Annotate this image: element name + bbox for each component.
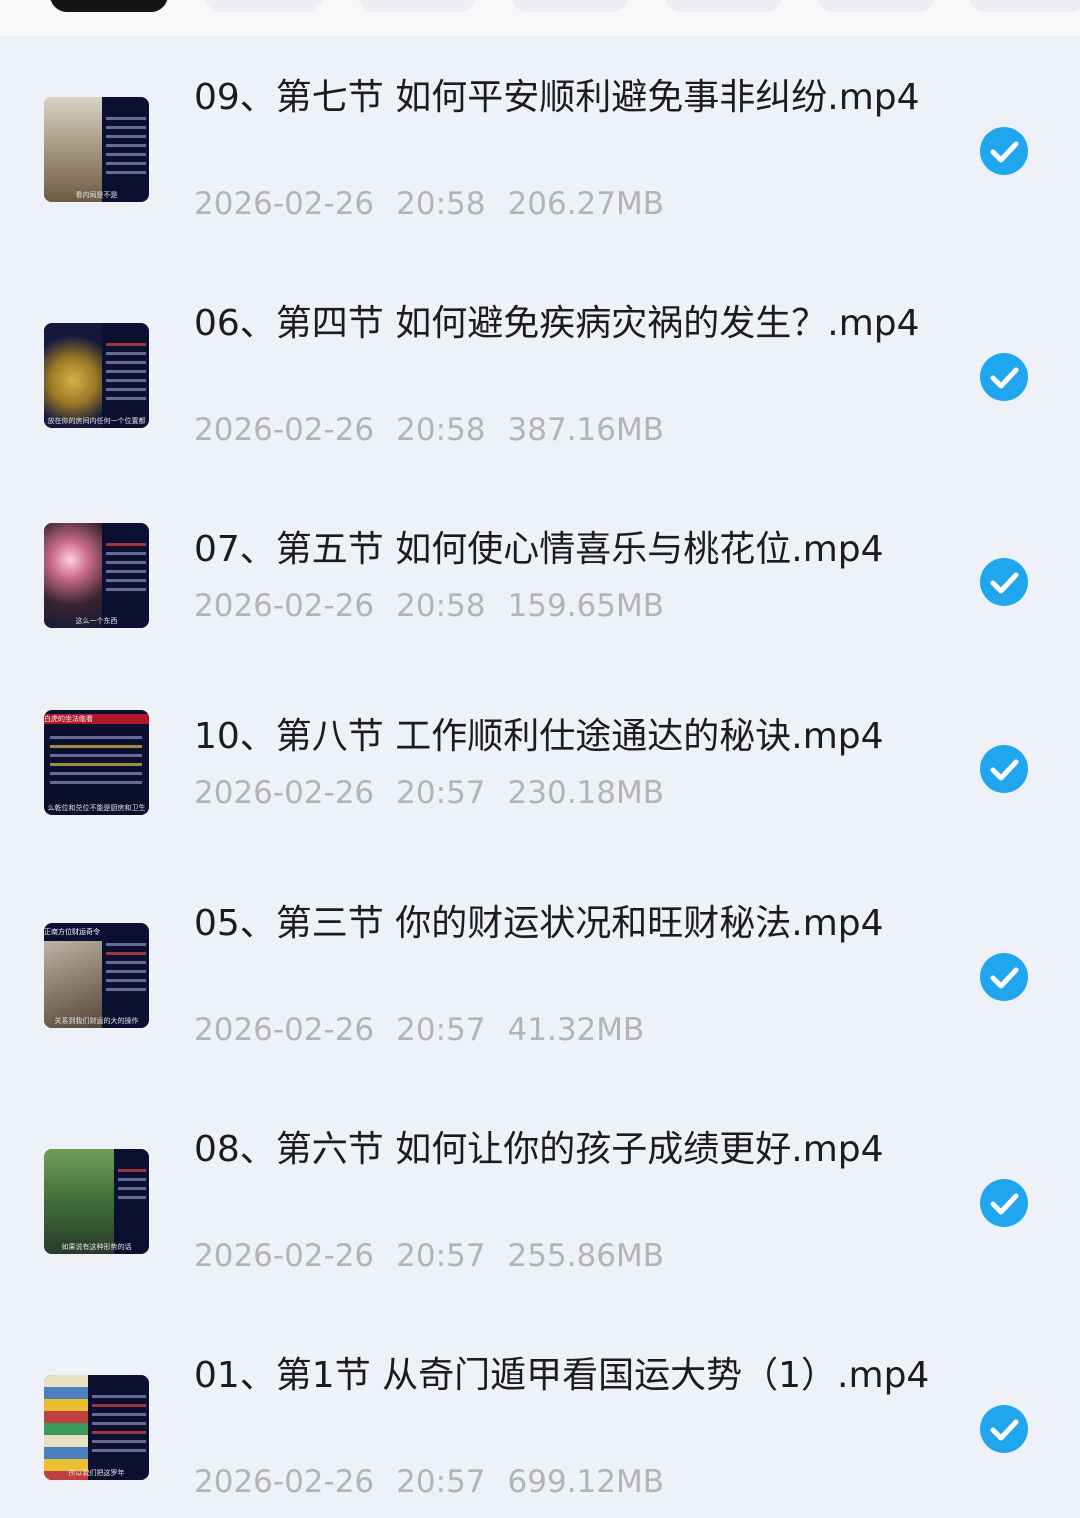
checked-checkbox-icon[interactable] [980, 953, 1028, 1001]
file-meta: 2026-02-26 20:58 387.16MB [194, 412, 686, 448]
file-size: 230.18MB [507, 775, 664, 811]
thumbnail-caption: 么乾位和兑位不能是厨房和卫生 [47, 804, 146, 812]
checked-checkbox-icon[interactable] [980, 1179, 1028, 1227]
video-thumbnail: 所以我们把这罗年 [44, 1375, 149, 1480]
file-time: 20:58 [396, 588, 486, 624]
file-name: 08、第六节 如何让你的孩子成绩更好.mp4 [194, 1129, 884, 1170]
file-row[interactable]: 白虎的坐法临看 么乾位和兑位不能是厨房和卫生 10、第八节 工作顺利仕途通达的秘… [0, 675, 1080, 862]
file-meta: 2026-02-26 20:58 159.65MB [194, 588, 686, 624]
video-thumbnail: 正南方位财运奇令 关系到我们财运的大的操作 [44, 923, 149, 1028]
file-size: 206.27MB [507, 186, 664, 222]
checked-checkbox-icon[interactable] [980, 1405, 1028, 1453]
thumbnail-top-caption: 正南方位财运奇令 [44, 928, 100, 936]
file-time: 20:58 [396, 412, 486, 448]
file-list: 看内局是不是 09、第七节 如何平安顺利避免事非纠纷.mp4 2026-02-2… [0, 36, 1080, 1518]
category-tab[interactable] [664, 0, 782, 12]
file-size: 699.12MB [507, 1464, 664, 1500]
file-name: 09、第七节 如何平安顺利避免事非纠纷.mp4 [194, 77, 920, 118]
file-name: 05、第三节 你的财运状况和旺财秘法.mp4 [194, 903, 884, 944]
file-row[interactable]: 如果说有这种形势的话 08、第六节 如何让你的孩子成绩更好.mp4 2026-0… [0, 1088, 1080, 1314]
file-meta: 2026-02-26 20:57 699.12MB [194, 1464, 686, 1500]
file-date: 2026-02-26 [194, 1464, 375, 1500]
file-time: 20:58 [396, 186, 486, 222]
file-size: 255.86MB [507, 1238, 664, 1274]
category-tab[interactable] [817, 0, 935, 12]
thumbnail-caption: 关系到我们财运的大的操作 [54, 1017, 139, 1025]
category-tab[interactable] [968, 0, 1080, 12]
file-row[interactable]: 所以我们把这罗年 01、第1节 从奇门遁甲看国运大势（1）.mp4 2026-0… [0, 1314, 1080, 1518]
file-size: 387.16MB [507, 412, 664, 448]
file-meta: 2026-02-26 20:57 230.18MB [194, 775, 686, 811]
checked-checkbox-icon[interactable] [980, 745, 1028, 793]
checked-checkbox-icon[interactable] [980, 353, 1028, 401]
video-thumbnail: 放在你的房间内任何一个位置都 [44, 323, 149, 428]
video-thumbnail: 这么一个东西 [44, 523, 149, 628]
file-date: 2026-02-26 [194, 775, 375, 811]
thumbnail-top-caption: 白虎的坐法临看 [44, 714, 149, 724]
category-tab-bar [0, 0, 1080, 36]
file-date: 2026-02-26 [194, 588, 375, 624]
file-size: 41.32MB [507, 1012, 645, 1048]
file-name: 06、第四节 如何避免疾病灾祸的发生？.mp4 [194, 303, 920, 344]
thumbnail-caption: 如果说有这种形势的话 [61, 1243, 132, 1251]
file-row[interactable]: 看内局是不是 09、第七节 如何平安顺利避免事非纠纷.mp4 2026-02-2… [0, 36, 1080, 262]
file-date: 2026-02-26 [194, 186, 375, 222]
thumbnail-caption: 放在你的房间内任何一个位置都 [47, 417, 146, 425]
checked-checkbox-icon[interactable] [980, 127, 1028, 175]
file-time: 20:57 [396, 1464, 486, 1500]
file-date: 2026-02-26 [194, 1012, 375, 1048]
thumbnail-caption: 看内局是不是 [75, 191, 118, 199]
file-meta: 2026-02-26 20:57 41.32MB [194, 1012, 666, 1048]
file-row[interactable]: 正南方位财运奇令 关系到我们财运的大的操作 05、第三节 你的财运状况和旺财秘法… [0, 862, 1080, 1088]
category-tab-active[interactable] [50, 0, 168, 12]
file-name: 01、第1节 从奇门遁甲看国运大势（1）.mp4 [194, 1355, 930, 1396]
file-date: 2026-02-26 [194, 1238, 375, 1274]
file-time: 20:57 [396, 1012, 486, 1048]
file-date: 2026-02-26 [194, 412, 375, 448]
file-row[interactable]: 放在你的房间内任何一个位置都 06、第四节 如何避免疾病灾祸的发生？.mp4 2… [0, 262, 1080, 488]
file-time: 20:57 [396, 1238, 486, 1274]
checked-checkbox-icon[interactable] [980, 558, 1028, 606]
video-thumbnail: 看内局是不是 [44, 97, 149, 202]
file-meta: 2026-02-26 20:57 255.86MB [194, 1238, 686, 1274]
file-meta: 2026-02-26 20:58 206.27MB [194, 186, 686, 222]
category-tab[interactable] [511, 0, 629, 12]
video-thumbnail: 如果说有这种形势的话 [44, 1149, 149, 1254]
file-name: 10、第八节 工作顺利仕途通达的秘诀.mp4 [194, 716, 884, 757]
file-size: 159.65MB [507, 588, 664, 624]
file-row[interactable]: 这么一个东西 07、第五节 如何使心情喜乐与桃花位.mp4 2026-02-26… [0, 488, 1080, 675]
video-thumbnail: 白虎的坐法临看 么乾位和兑位不能是厨房和卫生 [44, 710, 149, 815]
file-name: 07、第五节 如何使心情喜乐与桃花位.mp4 [194, 529, 884, 570]
category-tab[interactable] [358, 0, 476, 12]
file-time: 20:57 [396, 775, 486, 811]
category-tab[interactable] [205, 0, 323, 12]
thumbnail-caption: 所以我们把这罗年 [68, 1469, 125, 1477]
thumbnail-caption: 这么一个东西 [75, 617, 118, 625]
